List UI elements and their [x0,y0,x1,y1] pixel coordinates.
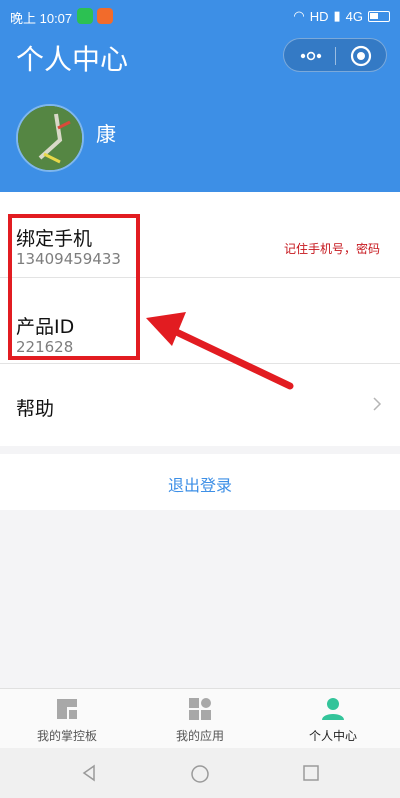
person-icon [322,698,344,720]
status-time: 晚上 10:07 [10,11,73,26]
tab-profile-label: 个人中心 [308,729,357,743]
wechat-notification-icon [77,8,93,24]
back-icon[interactable] [80,764,98,782]
close-icon[interactable] [350,45,372,67]
page-title: 个人中心 [16,43,129,76]
username: 康 [96,122,116,146]
tab-dashboard[interactable]: 我的掌控板 [0,689,134,749]
system-nav-bar [0,748,400,798]
dashboard-icon [57,699,77,719]
chevron-right-icon [373,397,382,411]
home-icon[interactable] [190,764,210,784]
capsule-divider [335,47,336,65]
network-type: HD [309,8,329,24]
logout-button[interactable]: 退出登录 [0,454,400,510]
help-label: 帮助 [16,398,55,420]
logout-label: 退出登录 [167,476,232,495]
tab-apps-label: 我的应用 [175,729,224,743]
more-icon[interactable] [298,47,324,65]
annotation-arrow [146,312,294,390]
tab-dashboard-label: 我的掌控板 [36,729,97,743]
tab-bar: 我的掌控板 我的应用 个人中心 [0,688,400,748]
miniprogram-capsule [283,38,387,72]
apps-icon [189,698,211,720]
recents-icon[interactable] [302,764,320,782]
tab-profile[interactable]: 个人中心 [266,689,400,749]
app-notification-icon [97,8,113,24]
status-indicators: ◠ HD ▮ 4G [293,8,390,24]
signal-icon: ▮ [333,8,341,23]
battery-icon [368,10,390,22]
avatar[interactable] [16,104,84,172]
status-bar: 晚上 10:07 ◠ HD ▮ 4G [0,0,400,32]
annotation-highlight-box [8,214,140,360]
tab-apps[interactable]: 我的应用 [133,689,267,749]
annotation-note: 记住手机号，密码 [283,242,380,256]
signal-label: 4G [345,8,363,24]
avatar-image [18,106,82,170]
profile-header: 个人中心 康 [0,32,400,192]
wifi-icon: ◠ [293,8,305,23]
